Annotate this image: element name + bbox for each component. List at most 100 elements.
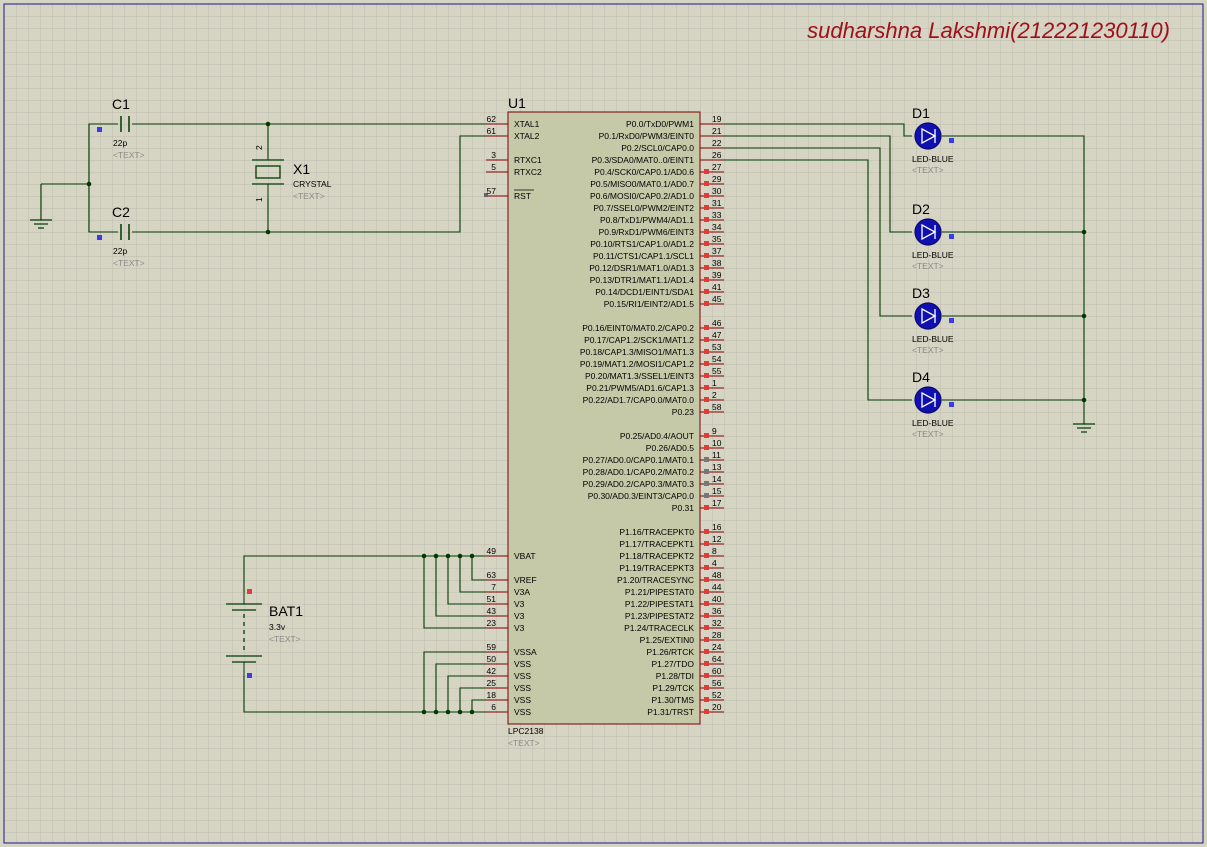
pin-marker (704, 469, 709, 474)
led-ref: D1 (912, 105, 930, 121)
pin-number: 18 (487, 690, 497, 700)
pin-number: 58 (712, 402, 722, 412)
led-text: <TEXT> (912, 165, 944, 175)
pin-label: P1.16/TRACEPKT0 (619, 527, 694, 537)
pin-marker (704, 553, 709, 558)
pin-marker (704, 205, 709, 210)
pin-label: P0.16/EINT0/MAT0.2/CAP0.2 (582, 323, 694, 333)
pin-label: VREF (514, 575, 537, 585)
pin-label: RTXC2 (514, 167, 542, 177)
pin-label: P0.11/CTS1/CAP1.1/SCL1 (593, 251, 694, 261)
pin-label: P1.18/TRACEPKT2 (619, 551, 694, 561)
pin-label: P0.7/SSEL0/PWM2/EINT2 (593, 203, 694, 213)
pin-number: 27 (712, 162, 722, 172)
pin-marker (704, 217, 709, 222)
pin-label: V3 (514, 611, 525, 621)
pin-marker (704, 601, 709, 606)
pin-number: 61 (487, 126, 497, 136)
pin-number: 57 (487, 186, 497, 196)
pin-label: P0.18/CAP1.3/MISO1/MAT1.3 (580, 347, 694, 357)
pin-label: P0.4/SCK0/CAP0.1/AD0.6 (594, 167, 694, 177)
pin-marker (704, 409, 709, 414)
pin-number: 42 (487, 666, 497, 676)
pin-number: 55 (712, 366, 722, 376)
pin-marker (247, 589, 252, 594)
led-value: LED-BLUE (912, 154, 954, 164)
pin-number: 43 (487, 606, 497, 616)
pin-marker (704, 481, 709, 486)
pin-marker (704, 529, 709, 534)
pin-label: VSS (514, 695, 531, 705)
pin-marker (704, 589, 709, 594)
pin-label: XTAL2 (514, 131, 540, 141)
pin-label: RST (514, 191, 531, 201)
pin-marker (704, 241, 709, 246)
led-body (914, 302, 942, 330)
pin-number: 45 (712, 294, 722, 304)
pin-label: P0.14/DCD1/EINT1/SDA1 (595, 287, 694, 297)
pin-number: 62 (487, 114, 497, 124)
pin-number: 41 (712, 282, 722, 292)
x1-value: CRYSTAL (293, 179, 332, 189)
pin-number: 11 (712, 450, 721, 460)
u1-part: LPC2138 (508, 726, 544, 736)
bat1-ref: BAT1 (269, 603, 303, 619)
pin-marker (704, 433, 709, 438)
led-text: <TEXT> (912, 261, 944, 271)
pin-marker (704, 337, 709, 342)
pin-marker (704, 613, 709, 618)
pin-number: 49 (487, 546, 497, 556)
pin-label: VBAT (514, 551, 536, 561)
pin-number: 64 (712, 654, 722, 664)
pin-number: 17 (712, 498, 722, 508)
pin-label: P1.27/TDO (651, 659, 694, 669)
pin-number: 36 (712, 606, 722, 616)
pin-number: 4 (712, 558, 717, 568)
pin-number: 6 (491, 702, 496, 712)
pin-number: 50 (487, 654, 497, 664)
pin-marker (704, 649, 709, 654)
c1-value: 22p (113, 138, 127, 148)
x1-ref: X1 (293, 161, 310, 177)
pin-marker (704, 493, 709, 498)
pin-number: 51 (487, 594, 497, 604)
pin-number: 16 (712, 522, 722, 532)
pin-number: 20 (712, 702, 722, 712)
pin-number: 15 (712, 486, 722, 496)
pin-number: 30 (712, 186, 722, 196)
pin-number: 23 (487, 618, 497, 628)
pin-marker (704, 265, 709, 270)
pin-number: 40 (712, 594, 722, 604)
pin-label: P0.21/PWM5/AD1.6/CAP1.3 (586, 383, 694, 393)
pin-label: P0.5/MISO0/MAT0.1/AD0.7 (590, 179, 694, 189)
pin-marker (704, 253, 709, 258)
pin-label: P0.28/AD0.1/CAP0.2/MAT0.2 (583, 467, 695, 477)
author-title: sudharshna Lakshmi(212221230110) (807, 18, 1170, 43)
pin-number: 12 (712, 534, 722, 544)
pin-marker (704, 673, 709, 678)
pin-label: P1.19/TRACEPKT3 (619, 563, 694, 573)
led-value: LED-BLUE (912, 334, 954, 344)
pin-marker (704, 661, 709, 666)
u1-text: <TEXT> (508, 738, 540, 748)
pin-label: P0.26/AD0.5 (646, 443, 694, 453)
pin-number: 7 (491, 582, 496, 592)
pin-number: 48 (712, 570, 722, 580)
pin-number: 33 (712, 210, 722, 220)
pin-label: VSSA (514, 647, 537, 657)
pin-number: 29 (712, 174, 722, 184)
c2-text: <TEXT> (113, 258, 145, 268)
pin-label: P0.17/CAP1.2/SCK1/MAT1.2 (584, 335, 694, 345)
pin-marker (704, 685, 709, 690)
pin-label: P0.19/MAT1.2/MOSI1/CAP1.2 (580, 359, 694, 369)
pin-label: P1.22/PIPESTAT1 (625, 599, 694, 609)
pin-number: 1 (712, 378, 717, 388)
pin-label: P0.10/RTS1/CAP1.0/AD1.2 (590, 239, 694, 249)
pin-marker (704, 301, 709, 306)
pin-label: P1.23/PIPESTAT2 (625, 611, 694, 621)
microcontroller-u1[interactable]: U1 LPC2138 <TEXT> 62 XTAL161 XTAL23 RTXC15 R… (484, 95, 724, 748)
pin-number: 34 (712, 222, 722, 232)
pin-number: 2 (712, 390, 717, 400)
pin-marker (97, 127, 102, 132)
pin-label: P0.2/SCL0/CAP0.0 (621, 143, 694, 153)
